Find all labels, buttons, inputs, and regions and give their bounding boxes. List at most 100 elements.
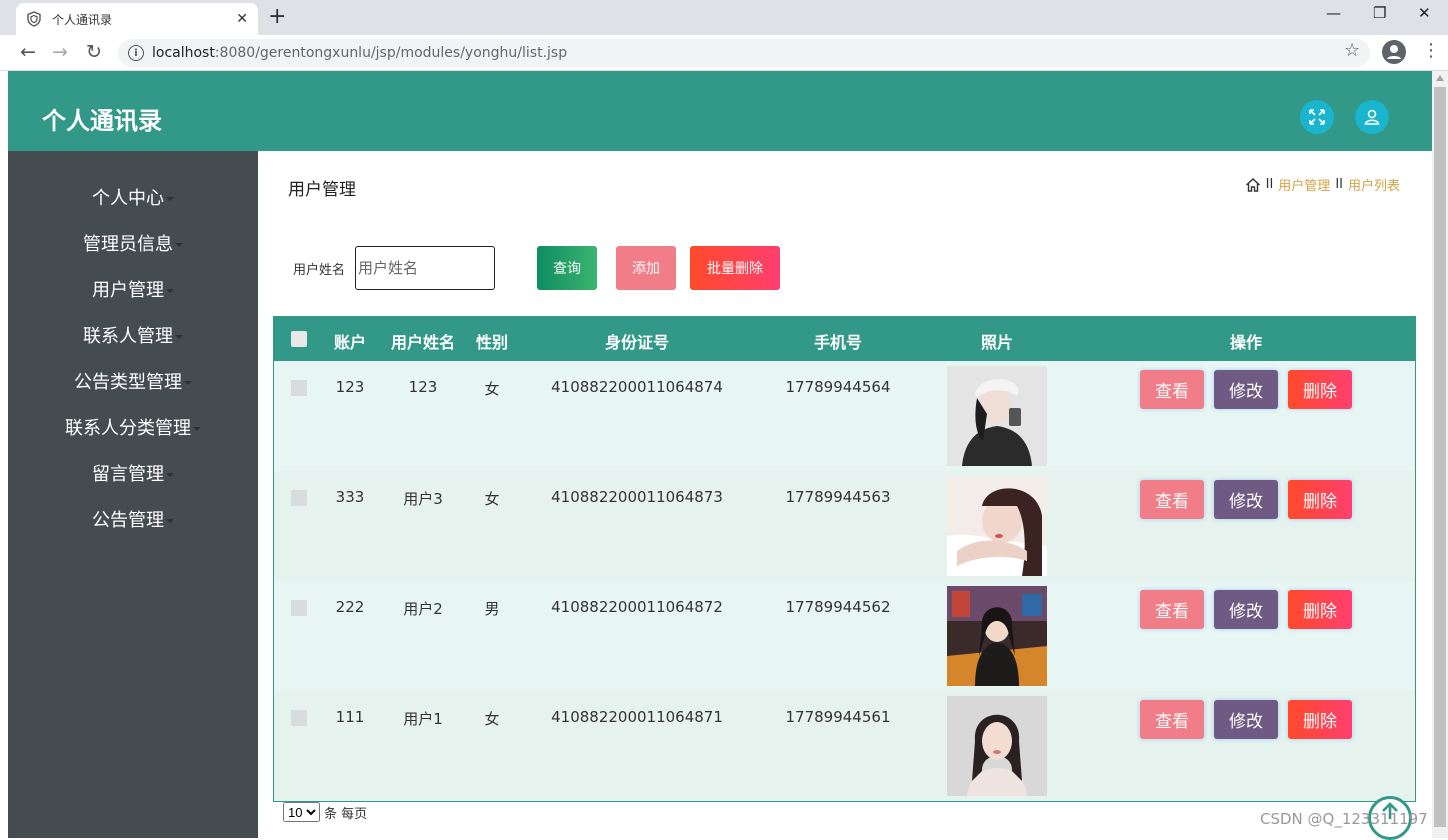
page-title: 用户管理 xyxy=(288,180,356,200)
url-path: :8080/gerentongxunlu/jsp/modules/yonghu/… xyxy=(214,45,568,61)
cell-gender: 女 xyxy=(484,710,500,728)
watermark: CSDN @Q_123311197 xyxy=(1260,810,1428,828)
cell-name: 用户1 xyxy=(403,710,443,728)
table-row: 123 123 女 410882200011064874 17789944564… xyxy=(274,361,1415,471)
sidebar-item-label: 公告管理 xyxy=(92,510,164,531)
sidebar-item-contact-management[interactable]: 联系人管理 xyxy=(8,322,258,348)
query-button[interactable]: 查询 xyxy=(537,246,597,290)
window-close-icon[interactable]: ✕ xyxy=(1418,4,1431,22)
info-icon[interactable]: i xyxy=(128,45,144,61)
brand-title: 个人通讯录 xyxy=(42,107,162,135)
caret-down-icon xyxy=(166,519,174,523)
sidebar-item-contact-category-management[interactable]: 联系人分类管理 xyxy=(8,414,258,440)
row-checkbox[interactable] xyxy=(291,710,307,726)
add-button[interactable]: 添加 xyxy=(616,246,676,290)
cell-gender: 女 xyxy=(484,380,500,398)
sidebar-item-message-management[interactable]: 留言管理 xyxy=(8,460,258,486)
sidebar-item-personal-center[interactable]: 个人中心 xyxy=(8,184,258,210)
caret-down-icon xyxy=(166,473,174,477)
edit-button[interactable]: 修改 xyxy=(1214,590,1278,629)
url-field[interactable]: i localhost:8080/gerentongxunlu/jsp/modu… xyxy=(118,39,1370,67)
cell-account: 222 xyxy=(335,598,365,616)
sidebar-item-notice-management[interactable]: 公告管理 xyxy=(8,506,258,532)
breadcrumb-separator: II xyxy=(1335,177,1343,192)
search-label: 用户姓名 xyxy=(293,263,346,278)
breadcrumb: II 用户管理 II 用户列表 xyxy=(1245,175,1400,194)
row-checkbox[interactable] xyxy=(291,600,307,616)
table-header: 账户 用户姓名 性别 身份证号 手机号 照片 操作 xyxy=(274,317,1415,361)
view-button[interactable]: 查看 xyxy=(1140,700,1204,739)
select-all-checkbox[interactable] xyxy=(291,331,307,347)
app: 个人通讯录 个人中心 管理员信息 用户管理 联系人管理 公告类型管理 联系人分类… xyxy=(8,71,1432,838)
caret-down-icon xyxy=(175,243,183,247)
edit-button[interactable]: 修改 xyxy=(1214,700,1278,739)
sidebar-item-label: 联系人分类管理 xyxy=(65,418,191,439)
column-header-phone: 手机号 xyxy=(813,333,863,352)
sidebar-item-label: 留言管理 xyxy=(92,464,164,485)
cell-id-number: 410882200011064873 xyxy=(551,488,723,506)
reload-icon[interactable]: ↻ xyxy=(86,41,102,63)
delete-button[interactable]: 删除 xyxy=(1288,370,1352,409)
cell-gender: 女 xyxy=(484,490,500,508)
sidebar-item-label: 管理员信息 xyxy=(83,234,173,255)
table-row: 111 用户1 女 410882200011064871 17789944561… xyxy=(274,691,1415,801)
cell-phone: 17789944562 xyxy=(785,598,891,616)
pagination: 10 条 每页 xyxy=(283,802,367,822)
sidebar-item-label: 公告类型管理 xyxy=(74,372,182,393)
page-size-select[interactable]: 10 xyxy=(283,802,320,822)
cell-name: 用户2 xyxy=(403,600,443,618)
browser-menu-icon[interactable]: ⋮ xyxy=(1422,40,1440,61)
delete-button[interactable]: 删除 xyxy=(1288,700,1352,739)
scrollbar-thumb[interactable] xyxy=(1434,87,1446,827)
edit-button[interactable]: 修改 xyxy=(1214,370,1278,409)
cell-account: 123 xyxy=(335,378,365,396)
user-menu-button[interactable] xyxy=(1355,100,1389,134)
browser-tab[interactable]: 个人通讯录 ✕ xyxy=(16,3,258,35)
fullscreen-button[interactable] xyxy=(1300,100,1334,134)
user-icon xyxy=(1364,109,1380,125)
view-button[interactable]: 查看 xyxy=(1140,590,1204,629)
sidebar-item-admin-info[interactable]: 管理员信息 xyxy=(8,230,258,256)
user-photo xyxy=(947,696,1047,796)
delete-button[interactable]: 删除 xyxy=(1288,590,1352,629)
sidebar-item-user-management[interactable]: 用户管理 xyxy=(8,276,258,302)
cell-id-number: 410882200011064872 xyxy=(551,598,723,616)
breadcrumb-user-list[interactable]: 用户列表 xyxy=(1348,175,1400,194)
page-size-label: 条 每页 xyxy=(324,806,368,822)
top-header: 个人通讯录 xyxy=(8,71,1432,151)
column-header-name: 用户姓名 xyxy=(390,333,456,352)
caret-down-icon xyxy=(166,289,174,293)
back-icon[interactable]: ← xyxy=(20,41,36,63)
view-button[interactable]: 查看 xyxy=(1140,370,1204,409)
minimize-icon[interactable]: — xyxy=(1326,4,1341,22)
close-icon[interactable]: ✕ xyxy=(236,11,248,27)
column-header-gender: 性别 xyxy=(475,333,509,352)
view-button[interactable]: 查看 xyxy=(1140,480,1204,519)
address-bar-row: ← → ↻ i localhost:8080/gerentongxunlu/js… xyxy=(0,35,1448,71)
edit-button[interactable]: 修改 xyxy=(1214,480,1278,519)
restore-icon[interactable]: ❐ xyxy=(1373,4,1386,22)
row-checkbox[interactable] xyxy=(291,490,307,506)
row-checkbox[interactable] xyxy=(291,380,307,396)
cell-account: 333 xyxy=(335,488,365,506)
home-icon[interactable] xyxy=(1245,177,1261,193)
forward-icon[interactable]: → xyxy=(52,41,68,63)
sidebar: 个人中心 管理员信息 用户管理 联系人管理 公告类型管理 联系人分类管理 留言管… xyxy=(8,151,258,838)
scroll-up-icon[interactable] xyxy=(1436,75,1444,81)
caret-down-icon xyxy=(193,427,201,431)
batch-delete-button[interactable]: 批量删除 xyxy=(690,246,780,290)
expand-icon xyxy=(1309,109,1325,125)
profile-avatar-icon[interactable] xyxy=(1382,40,1406,64)
caret-down-icon xyxy=(175,335,183,339)
breadcrumb-user-management[interactable]: 用户管理 xyxy=(1278,175,1330,194)
tab-title: 个人通讯录 xyxy=(52,12,113,27)
page-scrollbar[interactable] xyxy=(1432,71,1448,838)
new-tab-icon[interactable]: + xyxy=(268,4,286,29)
column-header-account: 账户 xyxy=(333,333,367,352)
search-input[interactable] xyxy=(355,246,495,290)
bookmark-star-icon[interactable]: ☆ xyxy=(1344,40,1360,61)
shield-icon xyxy=(27,11,41,27)
delete-button[interactable]: 删除 xyxy=(1288,480,1352,519)
sidebar-item-notice-type-management[interactable]: 公告类型管理 xyxy=(8,368,258,394)
column-header-actions: 操作 xyxy=(1229,333,1263,352)
